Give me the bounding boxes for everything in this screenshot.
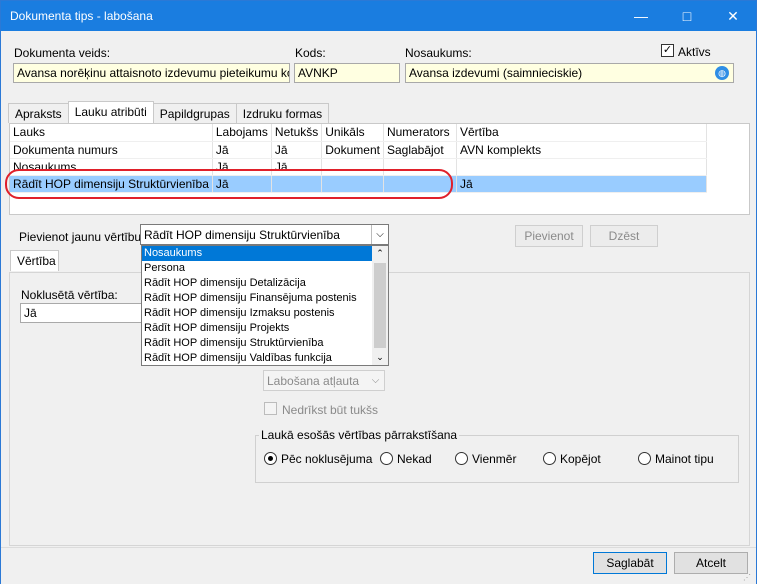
col-header-netukss[interactable]: Netukšs <box>271 124 323 142</box>
col-header-unikals[interactable]: Unikāls <box>321 124 384 142</box>
name-value: Avansa izdevumi (saimnieciskie) <box>409 66 583 80</box>
add-value-dropdown: Nosaukums Persona Rādīt HOP dimensiju De… <box>141 245 389 366</box>
cell: Jā <box>212 141 272 159</box>
save-button[interactable]: Saglabāt <box>593 552 667 574</box>
cell: Saglabājot <box>383 141 457 159</box>
radio-pec-noklusejuma[interactable] <box>264 452 277 465</box>
radio-label: Kopējot <box>560 452 601 466</box>
edit-allowed-value: Labošana atļauta <box>267 374 360 388</box>
radio-label: Pēc noklusējuma <box>281 452 373 466</box>
default-value-label: Noklusētā vērtība: <box>21 288 118 302</box>
default-value-field[interactable]: Jā <box>20 303 150 323</box>
dropdown-option[interactable]: Rādīt HOP dimensiju Valdības funkcija <box>142 351 388 366</box>
dropdown-option[interactable]: Rādīt HOP dimensiju Struktūrvienība <box>142 336 388 351</box>
scroll-up-icon[interactable]: ⌃ <box>372 246 388 261</box>
close-icon[interactable]: ✕ <box>710 1 756 31</box>
globe-icon[interactable]: ◍ <box>715 66 729 80</box>
dropdown-option[interactable]: Nosaukums <box>142 246 388 261</box>
doc-type-field[interactable]: Avansa norēķinu attaisnoto izdevumu piet… <box>13 63 290 83</box>
cancel-button[interactable]: Atcelt <box>674 552 748 574</box>
dropdown-option[interactable]: Rādīt HOP dimensiju Finansējuma postenis <box>142 291 388 306</box>
dropdown-scrollbar[interactable]: ⌃ ⌄ <box>372 246 388 365</box>
scroll-down-icon[interactable]: ⌄ <box>372 350 388 365</box>
grid-header-row: Lauks Labojams Netukšs Unikāls Numerator… <box>10 124 707 142</box>
dropdown-option[interactable]: Rādīt HOP dimensiju Izmaksu postenis <box>142 306 388 321</box>
radio-kopejot[interactable] <box>543 452 556 465</box>
tab-apraksts[interactable]: Apraksts <box>8 103 69 123</box>
dropdown-option[interactable]: Persona <box>142 261 388 276</box>
dropdown-option[interactable]: Rādīt HOP dimensiju Detalizācija <box>142 276 388 291</box>
chevron-down-icon[interactable]: ⌵ <box>371 225 388 244</box>
main-tabs: Apraksts Lauku atribūti Papildgrupas Izd… <box>8 101 330 123</box>
col-header-lauks[interactable]: Lauks <box>10 124 213 142</box>
title-bar: Dokumenta tips - labošana — □ ✕ <box>1 1 756 31</box>
name-field[interactable]: Avansa izdevumi (saimnieciskie) ◍ <box>405 63 734 83</box>
add-value-selected: Rādīt HOP dimensiju Struktūrvienība <box>144 228 340 242</box>
code-label: Kods: <box>295 46 326 60</box>
window-title: Dokumenta tips - labošana <box>10 9 153 23</box>
not-empty-checkbox[interactable] <box>264 402 277 415</box>
active-checkbox[interactable]: ✓ <box>661 44 674 57</box>
code-field[interactable]: AVNKP <box>294 63 400 83</box>
radio-vienmer[interactable] <box>455 452 468 465</box>
delete-button[interactable]: Dzēst <box>590 225 658 247</box>
doc-type-label: Dokumenta veids: <box>14 46 111 60</box>
col-header-numerators[interactable]: Numerators <box>383 124 457 142</box>
radio-nekad[interactable] <box>380 452 393 465</box>
dialog-window: Dokumenta tips - labošana — □ ✕ Dokument… <box>0 0 757 584</box>
radio-label: Vienmēr <box>472 452 517 466</box>
radio-label: Mainot tipu <box>655 452 714 466</box>
annotation-highlight <box>5 169 453 199</box>
add-value-combo[interactable]: Rādīt HOP dimensiju Struktūrvienība ⌵ <box>140 224 389 245</box>
maximize-icon[interactable]: □ <box>664 1 710 31</box>
cell: AVN komplekts <box>456 141 707 159</box>
resize-grip-icon[interactable]: ⋰ <box>743 573 753 583</box>
active-label: Aktīvs <box>678 45 711 59</box>
name-label: Nosaukums: <box>405 46 472 60</box>
radio-label: Nekad <box>397 452 432 466</box>
overwrite-group-title: Laukā esošās vērtības pārrakstīšana <box>259 428 460 442</box>
tab-papildgrupas[interactable]: Papildgrupas <box>152 103 237 123</box>
minimize-icon[interactable]: — <box>618 1 664 31</box>
cell <box>456 158 707 176</box>
cell: Jā <box>271 141 323 159</box>
radio-mainot-tipu[interactable] <box>638 452 651 465</box>
cell: Jā <box>456 175 707 193</box>
cell: Dokument <box>321 141 384 159</box>
tab-vertiba[interactable]: Vērtība <box>10 250 59 271</box>
cell: Dokumenta numurs <box>10 141 213 159</box>
col-header-labojams[interactable]: Labojams <box>212 124 272 142</box>
not-empty-label: Nedrīkst būt tukšs <box>282 403 379 417</box>
add-value-label: Pievienot jaunu vērtību: <box>19 230 145 244</box>
chevron-down-icon[interactable]: ⌵ <box>367 371 384 390</box>
tab-lauku-atributi[interactable]: Lauku atribūti <box>67 101 154 123</box>
add-button[interactable]: Pievienot <box>515 225 583 247</box>
col-header-vertiba[interactable]: Vērtība <box>456 124 707 142</box>
tab-izdruku-formas[interactable]: Izdruku formas <box>235 103 330 123</box>
edit-allowed-combo[interactable]: Labošana atļauta ⌵ <box>263 370 385 391</box>
scroll-thumb[interactable] <box>374 263 386 348</box>
dropdown-option[interactable]: Rādīt HOP dimensiju Projekts <box>142 321 388 336</box>
table-row[interactable]: Dokumenta numurs Jā Jā Dokument Saglabāj… <box>10 141 707 159</box>
